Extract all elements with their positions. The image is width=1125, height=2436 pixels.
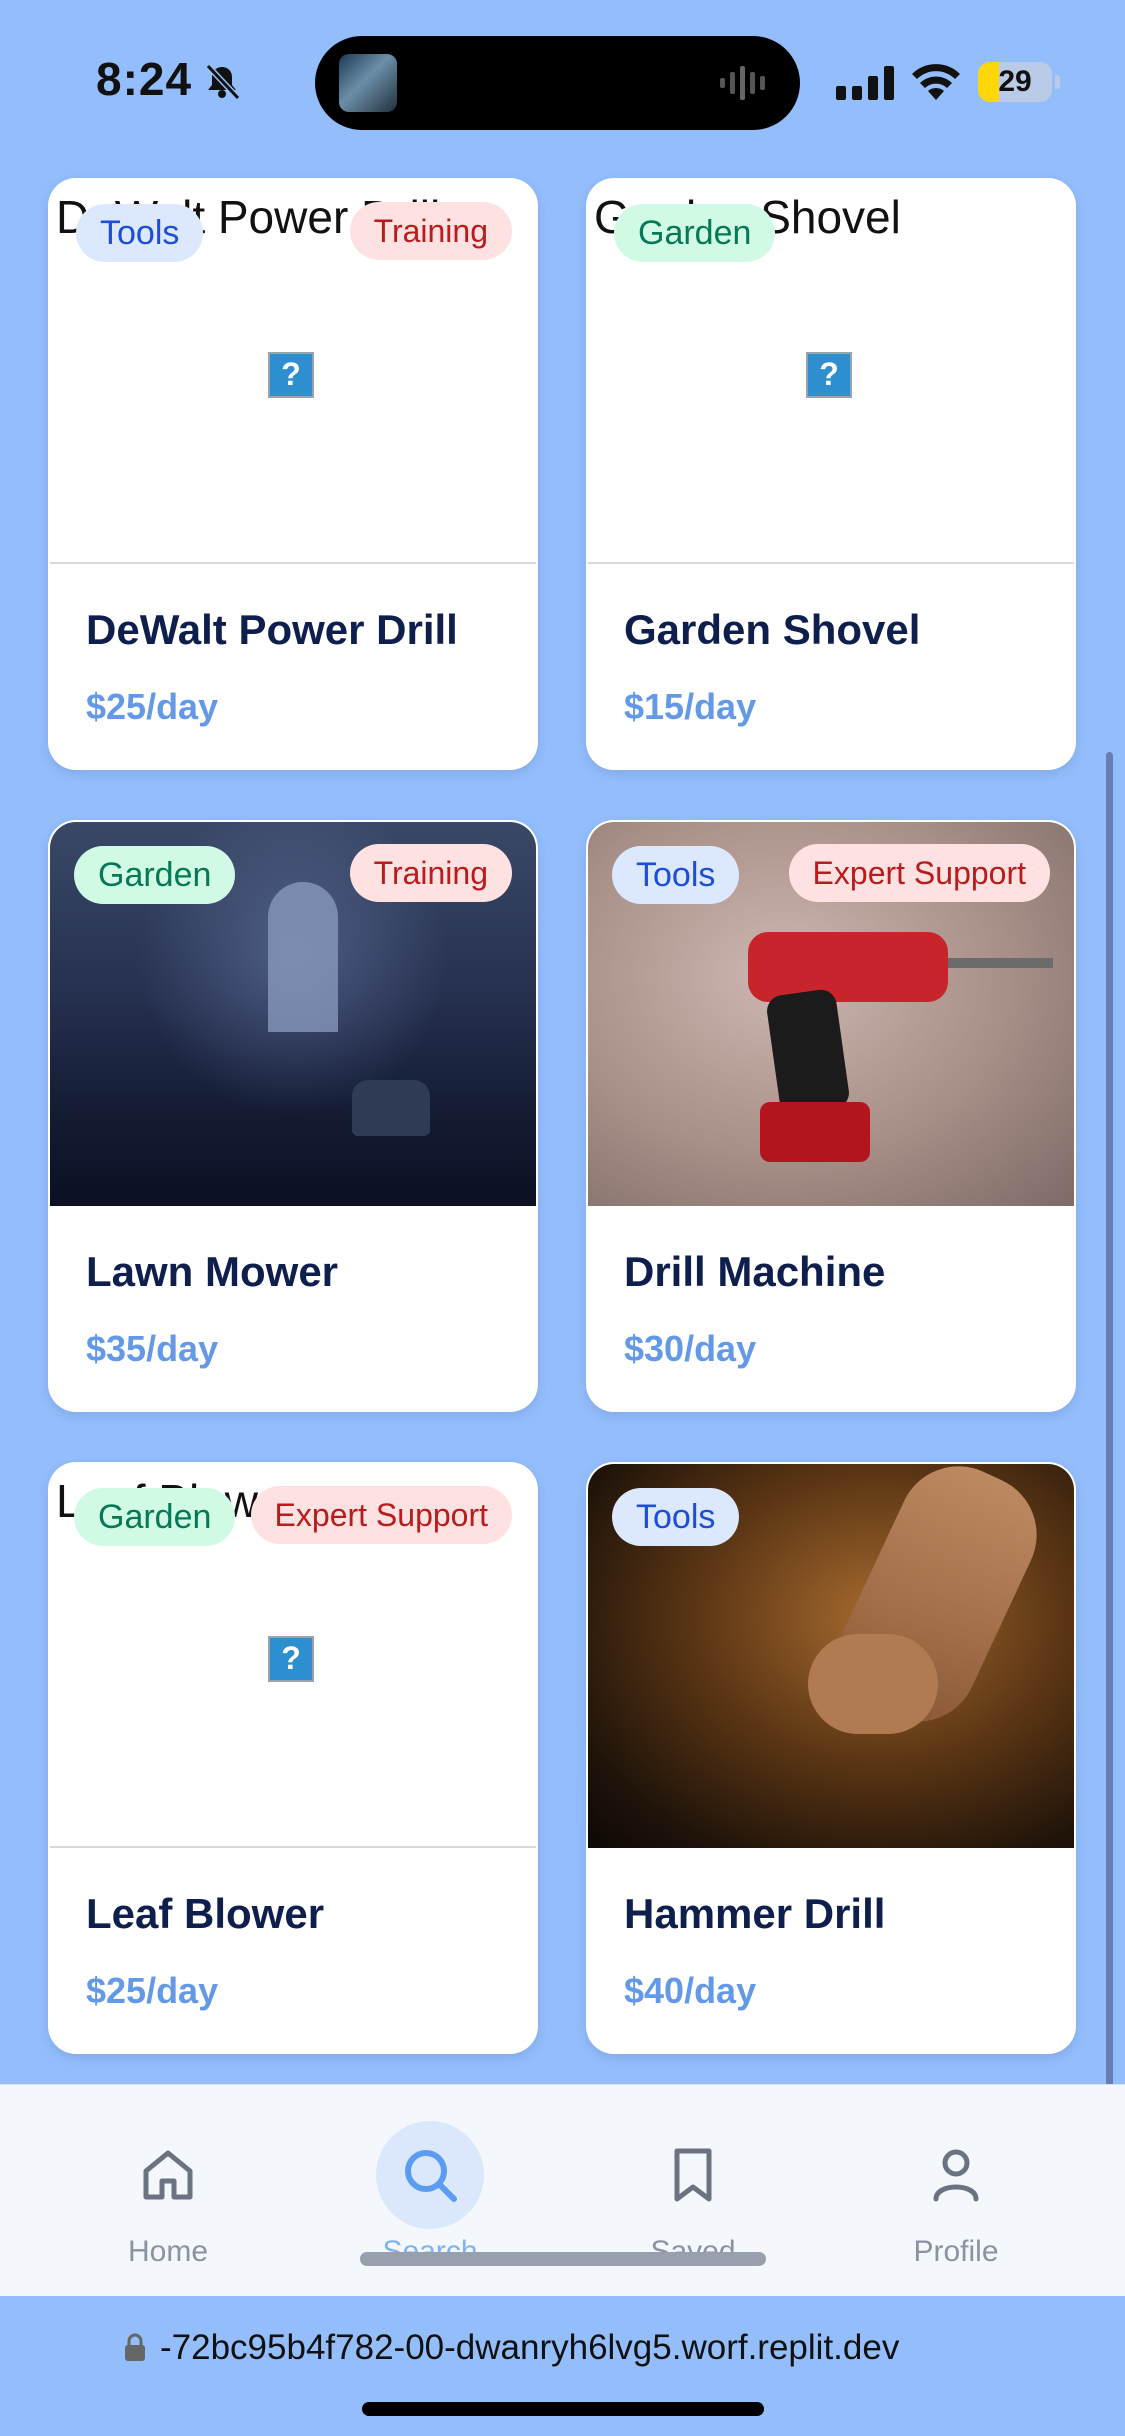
signal-icon [836, 66, 894, 100]
category-badge: Garden [74, 846, 236, 904]
scrollbar[interactable] [1106, 752, 1113, 2252]
nav-item-profile[interactable]: Profile [876, 2113, 1036, 2283]
nav-label-profile: Profile [913, 2235, 999, 2268]
feature-badge: Training [349, 202, 512, 260]
bookmark-icon [674, 2148, 712, 2202]
category-badge: Tools [612, 846, 740, 904]
status-time: 8:24 [96, 53, 193, 105]
audio-waveform-icon [720, 66, 765, 100]
nav-label-home: Home [127, 2235, 209, 2268]
browser-url-bar[interactable]: -72bc95b4f782-00-dwanryh6lvg5.worf.repli… [0, 2296, 1125, 2436]
product-title: DeWalt Power Drill [86, 606, 458, 653]
home-indicator [362, 2402, 764, 2416]
status-bar: 8:24 29 [0, 0, 1125, 165]
lock-icon [125, 2333, 145, 2361]
wifi-icon [912, 64, 960, 100]
feature-badge: Expert Support [250, 1486, 512, 1544]
product-title: Drill Machine [624, 1248, 886, 1295]
product-price: $25/day [86, 1970, 219, 2011]
product-card[interactable]: Tools Hammer Drill $40/day [586, 1462, 1076, 2054]
product-title: Hammer Drill [624, 1890, 886, 1937]
product-title: Leaf Blower [86, 1890, 325, 1937]
broken-image-icon: ? [268, 352, 314, 398]
product-card[interactable]: Leaf Blow ? Garden Expert Support Leaf B… [48, 1462, 538, 2054]
category-badge: Tools [612, 1488, 740, 1546]
home-icon [143, 2150, 193, 2200]
product-title: Garden Shovel [624, 606, 921, 653]
product-price: $25/day [86, 686, 219, 727]
search-icon [405, 2150, 457, 2202]
battery-icon: 29 [978, 62, 1060, 102]
bell-slash-icon [205, 63, 241, 101]
product-card[interactable]: Tools Expert Support Drill Machine $30/d… [586, 820, 1076, 1412]
category-badge: Tools [76, 204, 204, 262]
user-icon [933, 2149, 979, 2202]
nav-item-home[interactable]: Home [88, 2113, 248, 2283]
dynamic-island[interactable] [315, 36, 800, 130]
product-card[interactable]: Garden Shovel ? Garden Garden Shovel $15… [586, 178, 1076, 770]
swipe-indicator [360, 2252, 766, 2266]
now-playing-thumbnail [339, 54, 397, 112]
product-price: $40/day [624, 1970, 757, 2011]
category-badge: Garden [74, 1488, 236, 1546]
broken-image-icon: ? [268, 1636, 314, 1682]
broken-image-icon: ? [806, 352, 852, 398]
url-text: -72bc95b4f782-00-dwanryh6lvg5.worf.repli… [160, 2328, 900, 2367]
category-badge: Garden [614, 204, 776, 262]
feature-badge: Expert Support [788, 844, 1050, 902]
product-title: Lawn Mower [86, 1248, 339, 1295]
product-price: $30/day [624, 1328, 757, 1369]
product-price: $35/day [86, 1328, 219, 1369]
feature-badge: Training [349, 844, 512, 902]
product-card[interactable]: Garden Training Lawn Mower $35/day [48, 820, 538, 1412]
product-card[interactable]: DeWalt Power Drill ? Tools Training DeWa… [48, 178, 538, 770]
battery-level: 29 [998, 65, 1032, 98]
product-price: $15/day [624, 686, 757, 727]
